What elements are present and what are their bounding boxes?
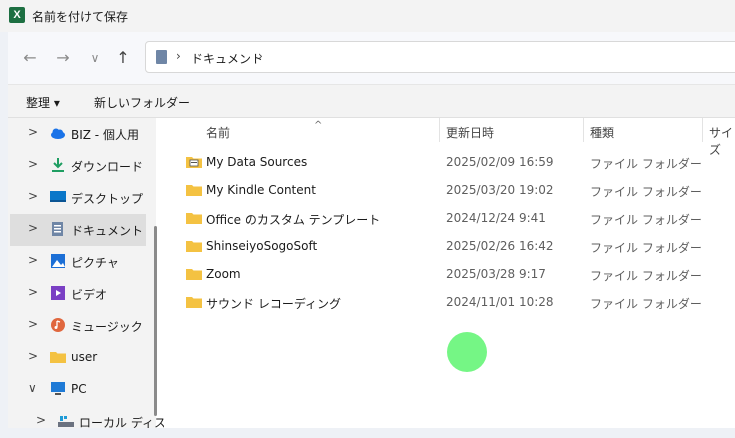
desktop-icon (50, 191, 66, 202)
file-date: 2025/03/20 19:02 (446, 183, 554, 197)
datasource-folder-icon (186, 157, 202, 168)
documents-icon (52, 222, 63, 236)
chevron-right-icon[interactable]: > (36, 413, 46, 427)
pc-icon (51, 382, 65, 395)
download-icon (52, 158, 64, 172)
file-row[interactable]: Zoom 2025/03/28 9:17 ファイル フォルダー (164, 260, 735, 288)
file-name: ShinseiyoSogoSoft (206, 239, 318, 253)
sidebar-scrollbar[interactable] (154, 226, 157, 416)
breadcrumb-separator[interactable]: › (176, 49, 181, 63)
forward-button[interactable]: → (51, 46, 75, 70)
sidebar-item-label: PC (71, 382, 87, 396)
chevron-right-icon[interactable]: > (28, 349, 38, 363)
file-type: ファイル フォルダー (590, 185, 702, 199)
file-type: ファイル フォルダー (590, 157, 702, 171)
file-date: 2024/12/24 9:41 (446, 211, 546, 225)
breadcrumb-documents[interactable]: ドキュメント (191, 50, 263, 67)
file-name: My Kindle Content (206, 183, 316, 197)
file-name: Office のカスタム テンプレート (206, 213, 381, 227)
folder-icon (50, 352, 66, 363)
file-date: 2024/11/01 10:28 (446, 295, 554, 309)
sidebar-item-pictures[interactable]: > ピクチャ (10, 246, 146, 278)
excel-icon: X (9, 7, 25, 23)
back-button[interactable]: ← (18, 46, 42, 70)
file-row[interactable]: Office のカスタム テンプレート 2024/12/24 9:41 ファイル… (164, 204, 735, 232)
sidebar-item-label: ピクチャ (71, 256, 119, 270)
cursor-highlight (447, 332, 487, 372)
new-folder-button[interactable]: 新しいフォルダー (94, 94, 190, 111)
folder-icon (186, 213, 202, 224)
column-divider[interactable] (702, 118, 703, 142)
file-list: ^ 名前 更新日時 種類 サイズ My Data Sources 2025/02… (164, 118, 735, 428)
chevron-right-icon[interactable]: > (28, 189, 38, 203)
recent-locations-button[interactable]: ∨ (83, 46, 107, 70)
file-row[interactable]: サウンド レコーディング 2024/11/01 10:28 ファイル フォルダー (164, 288, 735, 316)
chevron-down-icon[interactable]: ∨ (28, 381, 37, 395)
sidebar-item-label: ドキュメント (71, 224, 144, 238)
navigation-pane: > BIZ - 個人用 > ダウンロード > デスクトップ > ドキュメント >… (8, 118, 178, 430)
sidebar-item-onedrive[interactable]: > BIZ - 個人用 (10, 118, 146, 150)
sidebar-item-label: デスクトップ (71, 192, 144, 206)
organize-button[interactable]: 整理 ▾ (26, 94, 60, 111)
title-bar: X 名前を付けて保存 (0, 0, 735, 32)
column-header-name[interactable]: ^ 名前 (206, 120, 322, 148)
cloud-icon (51, 128, 65, 139)
folder-icon (186, 185, 202, 196)
folder-icon (186, 297, 202, 308)
file-type: ファイル フォルダー (590, 269, 702, 283)
sidebar-item-label: user (71, 350, 98, 364)
file-row[interactable]: My Data Sources 2025/02/09 16:59 ファイル フォ… (164, 148, 735, 176)
sidebar-item-documents[interactable]: > ドキュメント (10, 214, 146, 246)
videos-icon (51, 286, 65, 300)
chevron-right-icon[interactable]: > (28, 317, 38, 331)
sidebar-item-local-disk[interactable]: > ローカル ディスク (18, 406, 178, 438)
window-title: 名前を付けて保存 (32, 10, 129, 24)
sort-ascending-icon: ^ (314, 120, 323, 131)
column-header-date[interactable]: 更新日時 (446, 124, 494, 148)
breadcrumb-chevron[interactable]: › (258, 49, 263, 63)
save-dialog: ← → ∨ ↑ › ドキュメント › 整理 ▾ 新しいフォルダー > BIZ -… (8, 32, 735, 430)
column-header-type[interactable]: 種類 (590, 124, 614, 148)
sidebar-item-label: ダウンロード (71, 160, 144, 174)
chevron-right-icon[interactable]: > (28, 221, 38, 235)
chevron-right-icon[interactable]: > (28, 285, 38, 299)
file-date: 2025/02/09 16:59 (446, 155, 554, 169)
music-icon (51, 318, 65, 332)
sidebar-item-label: ビデオ (71, 288, 108, 302)
navigation-bar: ← → ∨ ↑ › ドキュメント › (8, 32, 735, 84)
up-button[interactable]: ↑ (111, 46, 135, 70)
column-divider[interactable] (439, 118, 440, 142)
file-type: ファイル フォルダー (590, 297, 702, 311)
sidebar-item-downloads[interactable]: > ダウンロード (10, 150, 146, 182)
pictures-icon (51, 254, 65, 268)
chevron-right-icon[interactable]: > (28, 125, 38, 139)
file-date: 2025/03/28 9:17 (446, 267, 546, 281)
file-name: My Data Sources (206, 155, 308, 169)
address-bar[interactable]: › ドキュメント › (145, 41, 735, 73)
file-row[interactable]: My Kindle Content 2025/03/20 19:02 ファイル … (164, 176, 735, 204)
file-type: ファイル フォルダー (590, 241, 702, 255)
sidebar-item-music[interactable]: > ミュージック (10, 310, 146, 342)
file-type: ファイル フォルダー (590, 213, 702, 227)
column-header-size[interactable]: サイズ (709, 124, 735, 157)
folder-icon (186, 269, 202, 280)
sidebar-item-label: BIZ - 個人用 (71, 128, 139, 142)
column-divider[interactable] (583, 118, 584, 142)
command-bar: 整理 ▾ 新しいフォルダー (8, 84, 735, 118)
documents-icon (156, 50, 167, 64)
sidebar-item-videos[interactable]: > ビデオ (10, 278, 146, 310)
sidebar-item-user[interactable]: > user (10, 342, 146, 374)
chevron-right-icon[interactable]: > (28, 253, 38, 267)
file-name: Zoom (206, 267, 241, 281)
sidebar-item-label: ミュージック (71, 320, 143, 334)
chevron-right-icon[interactable]: > (28, 157, 38, 171)
disk-icon (58, 416, 74, 427)
sidebar-item-pc[interactable]: ∨ PC (10, 374, 146, 406)
sidebar-item-desktop[interactable]: > デスクトップ (10, 182, 146, 214)
file-row[interactable]: ShinseiyoSogoSoft 2025/02/26 16:42 ファイル … (164, 232, 735, 260)
folder-icon (186, 241, 202, 252)
file-date: 2025/02/26 16:42 (446, 239, 554, 253)
file-name: サウンド レコーディング (206, 297, 341, 311)
